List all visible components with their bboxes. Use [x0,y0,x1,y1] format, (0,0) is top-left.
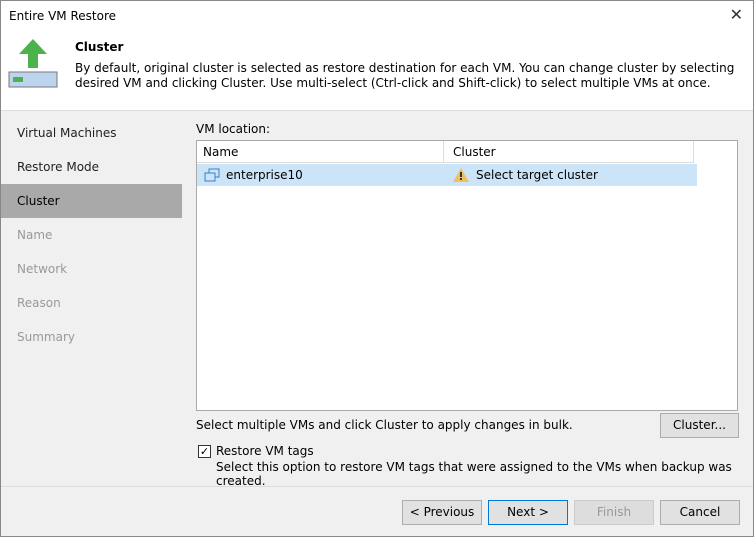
restore-upload-icon [8,39,58,88]
wizard-window: Entire VM Restore ✕ Cluster By default, … [0,0,754,537]
column-divider [443,141,444,163]
restore-vm-tags-checkbox[interactable]: ✓ [198,445,211,458]
cancel-button[interactable]: Cancel [660,500,740,525]
column-name[interactable]: Name [203,145,238,159]
vm-icon [204,168,220,182]
next-button[interactable]: Next > [488,500,568,525]
step-cluster[interactable]: Cluster [1,184,182,218]
step-restore-mode[interactable]: Restore Mode [1,150,182,184]
vm-name: enterprise10 [226,168,303,182]
vm-cluster: Select target cluster [476,168,598,182]
title-bar: Entire VM Restore ✕ [1,1,753,31]
step-network: Network [17,262,68,276]
vm-location-label: VM location: [196,122,271,136]
step-title: Cluster [75,40,124,54]
finish-button: Finish [574,500,654,525]
step-reason: Reason [17,296,61,310]
wizard-footer: < Previous Next > Finish Cancel [1,486,753,536]
close-icon[interactable]: ✕ [730,5,743,24]
column-divider [693,141,694,163]
restore-vm-tags-description: Select this option to restore VM tags th… [216,460,732,488]
window-title: Entire VM Restore [9,9,117,23]
wizard-steps: Virtual Machines Restore Mode Cluster Na… [1,112,182,486]
column-cluster[interactable]: Cluster [453,145,496,159]
previous-button[interactable]: < Previous [402,500,482,525]
warning-icon [453,168,469,182]
step-description: By default, original cluster is selected… [75,61,735,90]
restore-vm-tags-label[interactable]: Restore VM tags [216,444,314,458]
main-panel: VM location: Name Cluster enterprise10 S… [182,112,753,488]
step-virtual-machines[interactable]: Virtual Machines [1,116,182,150]
step-name: Name [17,228,53,242]
cluster-button[interactable]: Cluster... [660,413,739,438]
step-summary: Summary [17,330,75,344]
table-header: Name Cluster [197,141,694,163]
table-row[interactable]: enterprise10 Select target cluster [197,164,697,186]
wizard-header: Cluster By default, original cluster is … [1,31,753,111]
vm-location-table: Name Cluster enterprise10 Select target … [196,140,738,411]
bulk-note: Select multiple VMs and click Cluster to… [196,418,573,432]
